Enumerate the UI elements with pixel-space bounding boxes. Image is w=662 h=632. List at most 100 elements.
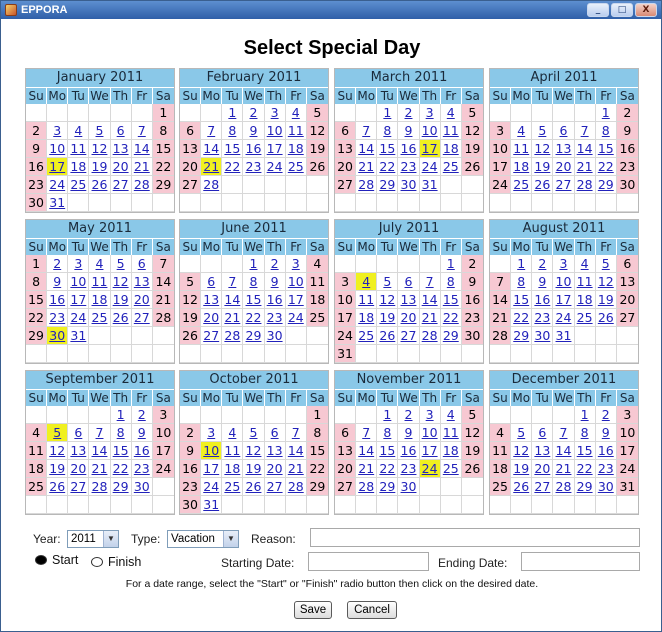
day-link[interactable]: 11	[89, 273, 111, 291]
day-link[interactable]: 18	[68, 158, 90, 176]
day-link[interactable]: 8	[377, 424, 399, 442]
day-link[interactable]: 16	[398, 442, 420, 460]
day-link[interactable]: 15	[440, 291, 462, 309]
day-link[interactable]: 28	[285, 478, 307, 496]
starting-date-input[interactable]	[308, 552, 429, 571]
day-link[interactable]: 25	[574, 309, 596, 327]
day-link[interactable]: 17	[553, 291, 575, 309]
day-link[interactable]: 20	[264, 460, 286, 478]
day-link[interactable]: 29	[595, 176, 617, 194]
day-link[interactable]: 1	[243, 255, 265, 273]
day-link[interactable]: 27	[110, 176, 132, 194]
day-link[interactable]: 18	[440, 442, 462, 460]
day-link[interactable]: 21	[285, 460, 307, 478]
day-link[interactable]: 25	[511, 176, 533, 194]
day-link[interactable]: 30	[595, 478, 617, 496]
day-link[interactable]: 20	[201, 309, 223, 327]
day-link[interactable]: 30	[532, 327, 554, 345]
day-link[interactable]: 2	[532, 255, 554, 273]
day-link[interactable]: 22	[377, 158, 399, 176]
day-link[interactable]: 31	[68, 327, 90, 345]
day-link[interactable]: 7	[553, 424, 575, 442]
day-link[interactable]: 1	[511, 255, 533, 273]
day-link[interactable]: 16	[264, 291, 286, 309]
day-link[interactable]: 27	[553, 176, 575, 194]
day-link[interactable]: 15	[574, 442, 596, 460]
day-link[interactable]: 19	[511, 460, 533, 478]
day-link[interactable]: 13	[398, 291, 420, 309]
day-link[interactable]: 20	[131, 291, 153, 309]
day-link[interactable]: 22	[511, 309, 533, 327]
day-link[interactable]: 20	[532, 460, 554, 478]
day-link[interactable]: 6	[68, 424, 90, 442]
day-link[interactable]: 19	[595, 291, 617, 309]
day-link[interactable]: 20	[398, 309, 420, 327]
day-link[interactable]: 10	[47, 140, 69, 158]
day-link[interactable]: 13	[264, 442, 286, 460]
day-link[interactable]: 29	[574, 478, 596, 496]
day-link[interactable]: 5	[511, 424, 533, 442]
day-link[interactable]: 29	[110, 478, 132, 496]
day-link[interactable]: 14	[131, 140, 153, 158]
day-link[interactable]: 27	[68, 478, 90, 496]
day-link[interactable]: 8	[574, 424, 596, 442]
day-link[interactable]: 19	[89, 158, 111, 176]
day-link[interactable]: 31	[47, 194, 69, 212]
day-link[interactable]: 1	[440, 255, 462, 273]
day-link[interactable]: 5	[243, 424, 265, 442]
day-link[interactable]: 21	[131, 158, 153, 176]
day-link[interactable]: 5	[377, 273, 399, 291]
day-link[interactable]: 6	[264, 424, 286, 442]
day-link[interactable]: 3	[68, 255, 90, 273]
day-link[interactable]: 25	[440, 158, 462, 176]
day-link[interactable]: 25	[440, 460, 462, 478]
day-link[interactable]: 28	[356, 176, 378, 194]
day-link[interactable]: 27	[264, 478, 286, 496]
day-link[interactable]: 10	[285, 273, 307, 291]
start-radio[interactable]	[35, 555, 47, 565]
day-link[interactable]: 13	[201, 291, 223, 309]
day-link[interactable]: 9	[398, 122, 420, 140]
ending-date-input[interactable]	[521, 552, 640, 571]
day-link[interactable]: 13	[131, 273, 153, 291]
holiday-day-link[interactable]: 4	[356, 273, 378, 291]
day-link[interactable]: 6	[201, 273, 223, 291]
day-link[interactable]: 18	[511, 158, 533, 176]
day-link[interactable]: 8	[222, 122, 244, 140]
day-link[interactable]: 27	[532, 478, 554, 496]
day-link[interactable]: 16	[532, 291, 554, 309]
day-link[interactable]: 9	[398, 424, 420, 442]
day-link[interactable]: 9	[264, 273, 286, 291]
day-link[interactable]: 7	[356, 424, 378, 442]
day-link[interactable]: 18	[285, 140, 307, 158]
day-link[interactable]: 31	[419, 176, 441, 194]
day-link[interactable]: 26	[47, 478, 69, 496]
day-link[interactable]: 11	[222, 442, 244, 460]
day-link[interactable]: 15	[595, 140, 617, 158]
day-link[interactable]: 25	[356, 327, 378, 345]
day-link[interactable]: 6	[110, 122, 132, 140]
day-link[interactable]: 23	[47, 309, 69, 327]
day-link[interactable]: 29	[377, 478, 399, 496]
day-link[interactable]: 12	[377, 291, 399, 309]
day-link[interactable]: 29	[377, 176, 399, 194]
day-link[interactable]: 15	[377, 442, 399, 460]
day-link[interactable]: 28	[222, 327, 244, 345]
day-link[interactable]: 9	[532, 273, 554, 291]
day-link[interactable]: 14	[89, 442, 111, 460]
day-link[interactable]: 26	[89, 176, 111, 194]
day-link[interactable]: 24	[201, 478, 223, 496]
day-link[interactable]: 12	[532, 140, 554, 158]
day-link[interactable]: 10	[68, 273, 90, 291]
day-link[interactable]: 30	[398, 176, 420, 194]
day-link[interactable]: 19	[243, 460, 265, 478]
day-link[interactable]: 10	[553, 273, 575, 291]
cancel-button[interactable]: Cancel	[347, 601, 397, 619]
day-link[interactable]: 21	[553, 460, 575, 478]
day-link[interactable]: 22	[243, 309, 265, 327]
day-link[interactable]: 2	[398, 406, 420, 424]
day-link[interactable]: 13	[553, 140, 575, 158]
holiday-day-link[interactable]: 5	[47, 424, 69, 442]
day-link[interactable]: 21	[574, 158, 596, 176]
day-link[interactable]: 17	[264, 140, 286, 158]
